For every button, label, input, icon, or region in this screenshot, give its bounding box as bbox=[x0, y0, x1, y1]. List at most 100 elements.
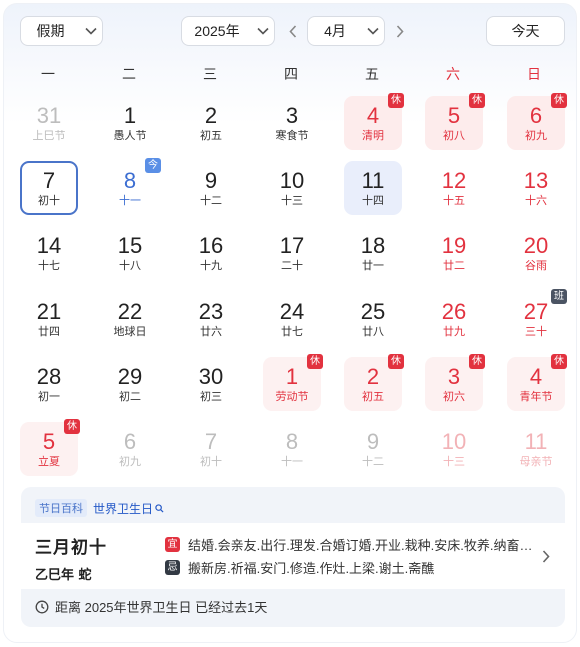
day-cell[interactable]: 26 廿九 bbox=[425, 292, 483, 346]
almanac-block[interactable]: 三月初十 乙巳年 蛇 宜 结婚.会亲友.出行.理发.合婚订婚.开业.栽种.安床.… bbox=[21, 523, 565, 589]
day-number: 14 bbox=[36, 232, 62, 258]
holiday-select[interactable]: 假期 bbox=[20, 16, 103, 46]
lunar-date: 三月初十 bbox=[35, 538, 107, 558]
day-lunar-label: 十二 bbox=[200, 194, 222, 207]
day-lunar-label: 十七 bbox=[38, 259, 60, 272]
day-cell[interactable]: 5 初八 休 bbox=[425, 93, 485, 150]
day-cell[interactable]: 19 廿二 bbox=[425, 226, 483, 280]
day-cell[interactable]: 7 初十 bbox=[182, 422, 240, 476]
yi-text: 结婚.会亲友.出行.理发.合婚订婚.开业.栽种.安床.牧养.纳畜.入宅 bbox=[188, 538, 535, 553]
festival-wiki-tag: 节日百科 bbox=[35, 499, 87, 517]
ji-badge: 忌 bbox=[165, 560, 180, 575]
day-lunar-label: 劳动节 bbox=[275, 390, 309, 403]
day-cell[interactable]: 11 母亲节 bbox=[507, 422, 565, 476]
day-number: 24 bbox=[279, 298, 305, 324]
day-lunar-label: 愚人节 bbox=[113, 129, 147, 142]
day-number: 6 bbox=[123, 428, 137, 454]
day-cell[interactable]: 6 初九 休 bbox=[507, 93, 567, 150]
day-cell[interactable]: 14 十七 bbox=[20, 226, 78, 280]
day-number: 26 bbox=[441, 298, 467, 324]
day-cell[interactable]: 29 初二 bbox=[101, 357, 159, 411]
day-cell[interactable]: 15 十八 bbox=[101, 226, 159, 280]
day-cell[interactable]: 31 上巳节 bbox=[20, 96, 78, 150]
day-lunar-label: 廿七 bbox=[281, 325, 303, 338]
day-cell[interactable]: 13 十六 bbox=[507, 161, 565, 215]
year-select[interactable]: 2025年 bbox=[181, 16, 275, 46]
prev-month-button[interactable] bbox=[285, 22, 301, 40]
ganzhi-year: 乙巳年 蛇 bbox=[35, 568, 92, 583]
day-cell[interactable]: 28 初一 bbox=[20, 357, 78, 411]
day-cell[interactable]: 4 青年节 休 bbox=[507, 354, 567, 411]
day-cell[interactable]: 2 初五 bbox=[182, 96, 240, 150]
day-lunar-label: 十一 bbox=[119, 194, 141, 207]
day-cell[interactable]: 10 十三 bbox=[263, 161, 321, 215]
day-number: 5 bbox=[42, 428, 56, 454]
month-select[interactable]: 4月 bbox=[307, 16, 385, 46]
day-cell[interactable]: 10 十三 bbox=[425, 422, 483, 476]
day-number: 15 bbox=[117, 232, 143, 258]
ji-text: 搬新房.祈福.安门.修造.作灶.上梁.谢土.斋醮 bbox=[188, 561, 435, 576]
chevron-down-icon bbox=[362, 27, 384, 35]
day-number: 1 bbox=[285, 363, 299, 389]
day-cell[interactable]: 9 十二 bbox=[182, 161, 240, 215]
day-number: 3 bbox=[447, 363, 461, 389]
festival-link[interactable]: 世界卫生日 bbox=[93, 500, 164, 517]
month-select-label: 4月 bbox=[324, 23, 346, 39]
holiday-badge: 休 bbox=[469, 93, 485, 108]
holiday-badge: 休 bbox=[64, 419, 80, 434]
day-cell[interactable]: 11 十四 bbox=[344, 161, 402, 215]
chevron-right-icon[interactable] bbox=[539, 547, 553, 565]
yi-ji-list: 宜 结婚.会亲友.出行.理发.合婚订婚.开业.栽种.安床.牧养.纳畜.入宅 忌 … bbox=[165, 536, 535, 582]
weekday-wed: 三 bbox=[203, 66, 217, 82]
day-lunar-label: 廿六 bbox=[200, 325, 222, 338]
day-cell[interactable]: 3 初六 休 bbox=[425, 354, 485, 411]
day-number: 20 bbox=[523, 232, 549, 258]
holiday-badge: 休 bbox=[469, 354, 485, 369]
day-cell[interactable]: 8 十一 今 bbox=[101, 158, 161, 215]
day-cell[interactable]: 23 廿六 bbox=[182, 292, 240, 346]
day-cell[interactable]: 3 寒食节 bbox=[263, 96, 321, 150]
day-lunar-label: 初八 bbox=[443, 129, 465, 142]
day-cell[interactable]: 1 愚人节 bbox=[101, 96, 159, 150]
day-cell[interactable]: 1 劳动节 休 bbox=[263, 354, 323, 411]
day-cell[interactable]: 24 廿七 bbox=[263, 292, 321, 346]
day-number: 19 bbox=[441, 232, 467, 258]
year-select-label: 2025年 bbox=[194, 23, 240, 39]
search-icon bbox=[155, 503, 164, 513]
day-cell[interactable]: 22 地球日 bbox=[101, 292, 159, 346]
day-cell[interactable]: 9 十二 bbox=[344, 422, 402, 476]
weekday-fri: 五 bbox=[365, 66, 379, 82]
day-cell[interactable]: 20 谷雨 bbox=[507, 226, 565, 280]
day-cell[interactable]: 27 三十 班 bbox=[507, 289, 567, 346]
day-cell[interactable]: 7 初十 bbox=[20, 161, 78, 215]
holiday-select-label: 假期 bbox=[36, 23, 65, 39]
day-cell[interactable]: 18 廿一 bbox=[344, 226, 402, 280]
day-cell[interactable]: 16 十九 bbox=[182, 226, 240, 280]
day-number: 23 bbox=[198, 298, 224, 324]
today-button[interactable]: 今天 bbox=[486, 16, 565, 46]
day-cell[interactable]: 30 初三 bbox=[182, 357, 240, 411]
holiday-badge: 休 bbox=[551, 354, 567, 369]
day-number: 8 bbox=[123, 167, 137, 193]
day-number: 16 bbox=[198, 232, 224, 258]
next-month-button[interactable] bbox=[392, 22, 408, 40]
day-lunar-label: 十九 bbox=[200, 259, 222, 272]
day-cell[interactable]: 6 初九 bbox=[101, 422, 159, 476]
day-cell[interactable]: 21 廿四 bbox=[20, 292, 78, 346]
weekday-header: 一 二 三 四 五 六 日 bbox=[18, 64, 566, 82]
day-cell[interactable]: 5 立夏 休 bbox=[20, 419, 80, 476]
day-cell[interactable]: 17 二十 bbox=[263, 226, 321, 280]
day-cell[interactable]: 8 十一 bbox=[263, 422, 321, 476]
day-cell[interactable]: 25 廿八 bbox=[344, 292, 402, 346]
day-number: 7 bbox=[42, 167, 56, 193]
day-lunar-label: 十三 bbox=[281, 194, 303, 207]
day-cell[interactable]: 2 初五 休 bbox=[344, 354, 404, 411]
weekday-mon: 一 bbox=[41, 66, 55, 82]
day-number: 3 bbox=[285, 102, 299, 128]
day-cell[interactable]: 4 清明 休 bbox=[344, 93, 404, 150]
weekday-tue: 二 bbox=[122, 66, 136, 82]
day-lunar-label: 十一 bbox=[281, 455, 303, 468]
day-cell[interactable]: 12 十五 bbox=[425, 161, 483, 215]
yi-row: 宜 结婚.会亲友.出行.理发.合婚订婚.开业.栽种.安床.牧养.纳畜.入宅 bbox=[165, 536, 535, 553]
weekday-sat: 六 bbox=[446, 66, 460, 82]
